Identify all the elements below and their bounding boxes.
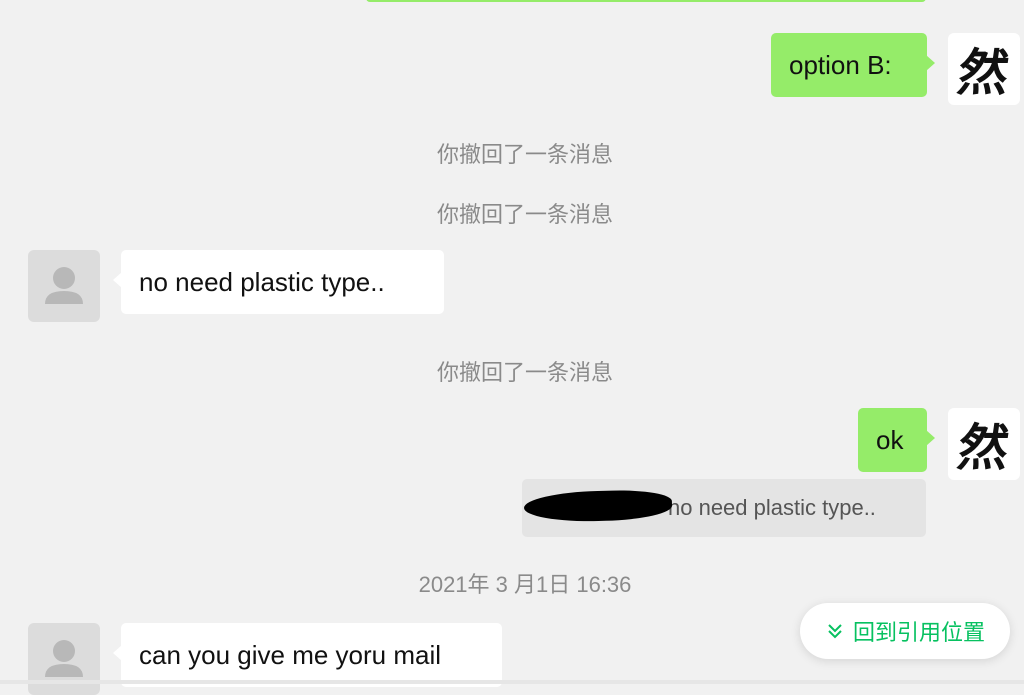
incoming-message-bubble[interactable]: can you give me yoru mail [113,623,502,687]
outgoing-message-bubble[interactable]: ok [858,408,935,472]
quoted-message[interactable]: no need plastic type.. [522,479,926,537]
default-user-icon [45,640,83,677]
message-text: ok [876,425,904,455]
jump-button-label: 回到引用位置 [852,620,985,645]
incoming-message-bubble[interactable]: no need plastic type.. [113,250,444,314]
input-area-divider [0,680,1024,684]
recalled-message-notice: 你撤回了一条消息 [436,360,613,385]
self-avatar[interactable]: 然 [948,408,1020,480]
previous-message-bubble-edge [366,0,926,2]
avatar-character: 然 [954,418,1013,477]
quoted-text: no need plastic type.. [668,495,876,520]
timestamp: 2021年 3 月1日 16:36 [418,572,632,597]
jump-to-quote-button[interactable]: 回到引用位置 [800,603,1010,659]
message-text: can you give me yoru mail [139,640,442,670]
outgoing-message-bubble[interactable]: option B: [771,33,935,97]
recalled-message-notice: 你撤回了一条消息 [436,202,613,227]
redaction-mark [523,489,673,523]
contact-avatar[interactable] [28,623,100,695]
avatar-character: 然 [954,43,1013,102]
self-avatar[interactable]: 然 [948,33,1020,105]
contact-avatar[interactable] [28,250,100,322]
recalled-message-notice: 你撤回了一条消息 [436,142,613,167]
double-chevron-down-icon [828,624,842,639]
message-text: no need plastic type.. [139,267,385,297]
default-user-icon [45,267,83,304]
message-text: option B: [789,50,892,80]
